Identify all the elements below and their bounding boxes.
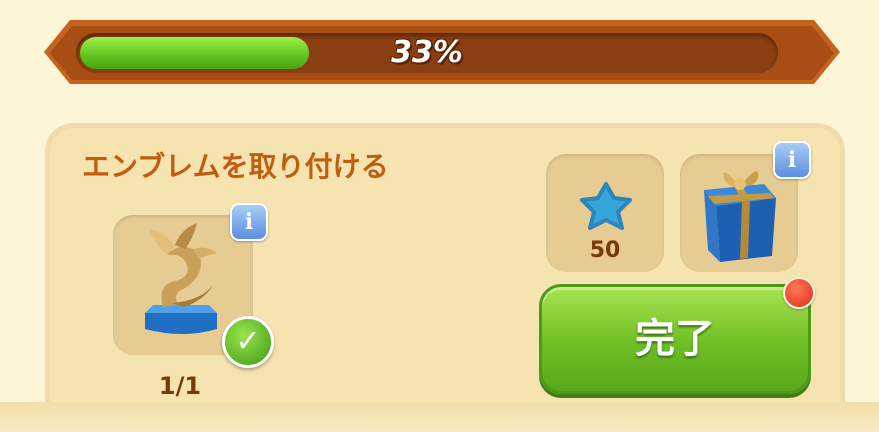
complete-button[interactable]: 完了 bbox=[539, 284, 811, 394]
gift-info-icon[interactable]: i bbox=[773, 141, 811, 179]
blue-star-icon bbox=[580, 182, 632, 230]
emblem-info-icon[interactable]: i bbox=[230, 203, 268, 241]
checkmark-icon: ✓ bbox=[222, 316, 274, 368]
task-title: エンブレムを取り付ける bbox=[82, 150, 389, 183]
progress-percent: 33% bbox=[391, 35, 463, 70]
star-count: 50 bbox=[589, 238, 621, 263]
item-count: 1/1 bbox=[158, 372, 202, 400]
progress-bar-track: 33% bbox=[76, 33, 778, 73]
bottom-strip bbox=[0, 402, 879, 432]
star-reward-slot[interactable]: 50 bbox=[546, 154, 664, 272]
notification-dot bbox=[783, 277, 815, 309]
